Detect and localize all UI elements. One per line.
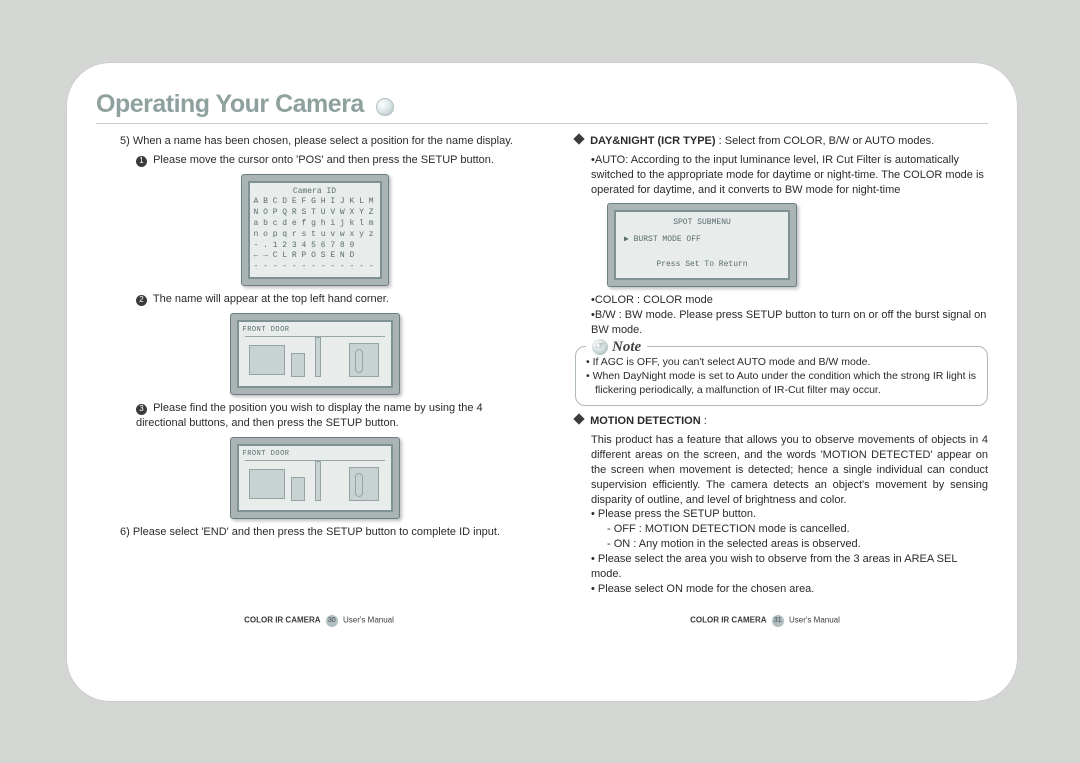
note-line-2: When DayNight mode is set to Auto under … <box>586 369 977 397</box>
osd-screen: Camera ID A B C D E F G H I J K L M N O … <box>248 181 382 279</box>
osd-return-hint: Press Set To Return <box>624 260 780 271</box>
motion-detection-heading: MOTION DETECTION : <box>575 414 988 429</box>
md-sub-off: - OFF : MOTION DETECTION mode is cancell… <box>607 522 988 537</box>
md-colon: : <box>704 415 707 427</box>
md-label: MOTION DETECTION <box>590 415 701 427</box>
osd-row: - . 1 2 3 4 5 6 7 8 9 <box>254 241 376 252</box>
circled-3-icon: 3 <box>136 404 147 415</box>
md-bullet-area: • Please select the area you wish to obs… <box>591 552 988 582</box>
footer-left: COLOR IR CAMERA 30 User's Manual <box>244 615 394 627</box>
footer-right: COLOR IR CAMERA 31 User's Manual <box>690 615 840 627</box>
illustration <box>245 336 385 380</box>
osd-row: n o p q r s t u v w x y z <box>254 230 376 241</box>
osd-characterset-monitor: Camera ID A B C D E F G H I J K L M N O … <box>241 174 389 286</box>
diamond-icon <box>573 414 584 425</box>
osd-row: ▶ BURST MODE OFF <box>624 235 780 246</box>
footer-product: COLOR IR CAMERA <box>244 615 320 624</box>
osd-row: ← → C L R P O S E N D <box>254 251 376 262</box>
page-number-left: 30 <box>326 615 338 627</box>
note-hand-icon: ☞ <box>592 339 608 355</box>
spot-submenu-monitor: SPOT SUBMENU ▶ BURST MODE OFF Press Set … <box>607 203 797 287</box>
osd-screen: SPOT SUBMENU ▶ BURST MODE OFF Press Set … <box>614 210 790 280</box>
decorative-sphere-icon <box>376 98 394 116</box>
step-5-sub2-text: The name will appear at the top left han… <box>153 293 389 305</box>
circled-2-icon: 2 <box>136 295 147 306</box>
diamond-icon <box>573 133 584 144</box>
note-title: Note <box>612 337 641 357</box>
camera-preview-monitor-1: FRONT DOOR <box>230 313 400 395</box>
step-5: 5) When a name has been chosen, please s… <box>120 134 533 149</box>
md-description: This product has a feature that allows y… <box>591 433 988 507</box>
footer: COLOR IR CAMERA 30 User's Manual COLOR I… <box>96 615 988 627</box>
md-bullet-setup: • Please press the SETUP button. <box>591 507 988 522</box>
step-5-sub3-text: Please find the position you wish to dis… <box>136 402 483 429</box>
osd-row: A B C D E F G H I J K L M <box>254 197 376 208</box>
osd-row: N O P Q R S T U V W X Y Z <box>254 208 376 219</box>
page-number-right: 31 <box>772 615 784 627</box>
step-5-sub1-text: Please move the cursor onto 'POS' and th… <box>153 154 494 166</box>
osd-row: - - - - - - - - - - - - - <box>254 262 376 273</box>
note-box: ☞ Note If AGC is OFF, you can't select A… <box>575 346 988 407</box>
daynight-heading: DAY&NIGHT (ICR TYPE) : Select from COLOR… <box>575 134 988 149</box>
footer-suffix: User's Manual <box>789 615 840 624</box>
bw-bullet: •B/W : BW mode. Please press SETUP butto… <box>591 308 988 338</box>
left-page: 5) When a name has been chosen, please s… <box>96 130 533 597</box>
step-5-sub2: 2 The name will appear at the top left h… <box>136 292 533 307</box>
circled-1-icon: 1 <box>136 156 147 167</box>
camera-preview-monitor-2: FRONT DOOR <box>230 437 400 519</box>
camera-id-overlay: FRONT DOOR <box>243 326 387 335</box>
daynight-text: : Select from COLOR, B/W or AUTO modes. <box>719 135 935 147</box>
daynight-label: DAY&NIGHT (ICR TYPE) <box>590 135 716 147</box>
manual-page-spread: Operating Your Camera 5) When a name has… <box>66 62 1018 702</box>
note-tab: ☞ Note <box>586 337 647 357</box>
auto-bullet: •AUTO: According to the input luminance … <box>591 153 988 198</box>
md-sub-on: - ON : Any motion in the selected areas … <box>607 537 988 552</box>
section-header: Operating Your Camera <box>96 90 988 124</box>
md-bullet-onmode: • Please select ON mode for the chosen a… <box>591 582 988 597</box>
camera-scene: FRONT DOOR <box>237 320 393 388</box>
osd-title: SPOT SUBMENU <box>624 218 780 229</box>
footer-suffix: User's Manual <box>343 615 394 624</box>
footer-product: COLOR IR CAMERA <box>690 615 766 624</box>
step-5-sub1: 1 Please move the cursor onto 'POS' and … <box>136 153 533 168</box>
osd-title: Camera ID <box>254 187 376 198</box>
section-title: Operating Your Camera <box>96 90 364 119</box>
right-page: DAY&NIGHT (ICR TYPE) : Select from COLOR… <box>551 130 988 597</box>
step-6: 6) Please select 'END' and then press th… <box>120 525 533 540</box>
illustration <box>245 460 385 504</box>
step-5-sub3: 3 Please find the position you wish to d… <box>136 401 533 431</box>
color-bullet: •COLOR : COLOR mode <box>591 293 988 308</box>
camera-scene: FRONT DOOR <box>237 444 393 512</box>
camera-id-overlay: FRONT DOOR <box>243 450 387 459</box>
osd-row: a b c d e f g h i j k l m <box>254 219 376 230</box>
